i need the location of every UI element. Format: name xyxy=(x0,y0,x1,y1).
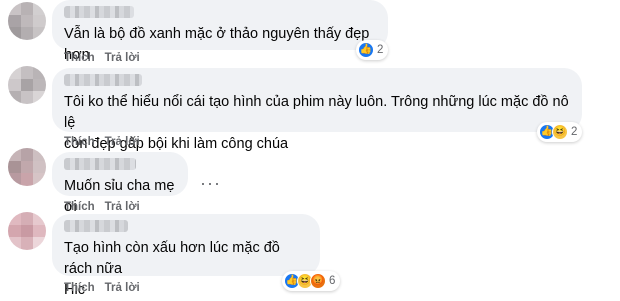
more-options-icon[interactable]: ··· xyxy=(200,173,221,194)
avatar[interactable] xyxy=(8,148,46,186)
like-link[interactable]: Thích xyxy=(64,136,95,148)
reaction-count: 2 xyxy=(377,44,384,56)
reaction-summary[interactable]: 👍 2 xyxy=(356,40,389,60)
commenter-name-blurred[interactable] xyxy=(64,6,134,18)
like-link[interactable]: Thích xyxy=(64,52,95,64)
comment-text: Tôi ko thể hiểu nổi cái tạo hình của phi… xyxy=(64,94,569,152)
comment-actions: Thích Trả lời xyxy=(64,282,140,294)
reaction-summary[interactable]: 👍 😆 2 xyxy=(537,122,583,142)
commenter-name-blurred[interactable] xyxy=(64,158,136,170)
reaction-count: 2 xyxy=(571,126,578,138)
avatar[interactable] xyxy=(8,2,46,40)
comment-1: Vẫn là bộ đồ xanh mặc ở thảo nguyên thấy… xyxy=(0,0,620,63)
like-reaction-icon: 👍 xyxy=(358,42,374,58)
avatar[interactable] xyxy=(8,66,46,104)
comment-bubble: Tạo hình còn xấu hơn lúc mặc đồ rách nữa… xyxy=(52,214,320,298)
reply-link[interactable]: Trả lời xyxy=(105,52,140,64)
like-link[interactable]: Thích xyxy=(64,201,95,213)
comment-actions: Thích Trả lời xyxy=(64,52,140,64)
reaction-count: 6 xyxy=(329,275,336,287)
angry-reaction-icon: 😡 xyxy=(310,273,326,289)
comment-actions: Thích Trả lời xyxy=(64,136,140,148)
commenter-name-blurred[interactable] xyxy=(64,220,128,232)
commenter-name-blurred[interactable] xyxy=(64,74,142,86)
comment-actions: Thích Trả lời xyxy=(64,201,140,213)
comment-bubble: Vẫn là bộ đồ xanh mặc ở thảo nguyên thấy… xyxy=(52,0,388,63)
avatar[interactable] xyxy=(8,212,46,250)
comment-bubble: Muốn sỉu cha mẹ ơi xyxy=(52,152,188,215)
like-link[interactable]: Thích xyxy=(64,282,95,294)
comment-bubble: Tôi ko thể hiểu nổi cái tạo hình của phi… xyxy=(52,68,582,152)
reply-link[interactable]: Trả lời xyxy=(105,282,140,294)
reaction-summary[interactable]: 👍 😆 😡 6 xyxy=(282,271,341,291)
reply-link[interactable]: Trả lời xyxy=(105,201,140,213)
haha-reaction-icon: 😆 xyxy=(552,124,568,140)
reply-link[interactable]: Trả lời xyxy=(105,136,140,148)
